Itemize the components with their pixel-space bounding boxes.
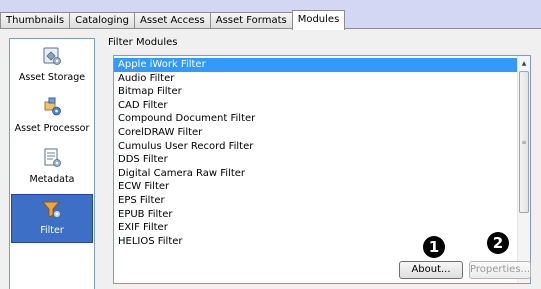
- filter-list-item[interactable]: HELIOS Filter: [114, 235, 518, 249]
- modules-panel: Asset Storage Asset Processor Metadata F…: [0, 28, 541, 289]
- asset-storage-icon: [41, 45, 63, 70]
- filter-list-item[interactable]: Bitmap Filter: [114, 85, 518, 99]
- module-item-filter[interactable]: Filter: [11, 194, 93, 243]
- module-category-list: Asset Storage Asset Processor Metadata F…: [9, 38, 95, 289]
- filter-list-item[interactable]: ECW Filter: [114, 180, 518, 194]
- module-label: Asset Storage: [18, 72, 86, 83]
- filter-rows: Apple iWork Filter Audio Filter Bitmap Fil…: [114, 58, 518, 248]
- filter-list-item[interactable]: Digital Camera Raw Filter: [114, 167, 518, 181]
- module-label: Filter: [40, 225, 64, 236]
- filter-list-item[interactable]: Cumulus User Record Filter: [114, 140, 518, 154]
- tab-thumbnails[interactable]: Thumbnails: [0, 12, 71, 29]
- callout-badge-2: 2: [487, 232, 509, 254]
- tab-asset-access[interactable]: Asset Access: [133, 12, 211, 29]
- vertical-scrollbar[interactable]: ▲ ≡ ▼: [517, 56, 530, 283]
- scroll-up-arrow-icon[interactable]: ▲: [518, 56, 530, 70]
- filter-list-item[interactable]: EXIF Filter: [114, 221, 518, 235]
- filter-icon: [41, 198, 63, 223]
- filter-list-item[interactable]: Audio Filter: [114, 72, 518, 86]
- filter-modules-title: Filter Modules: [108, 37, 178, 48]
- tab-modules[interactable]: Modules: [291, 10, 346, 30]
- properties-button[interactable]: Properties...: [469, 261, 531, 279]
- module-item-metadata[interactable]: Metadata: [11, 144, 93, 192]
- tab-asset-formats[interactable]: Asset Formats: [209, 12, 293, 29]
- scroll-thumb[interactable]: ≡: [519, 71, 529, 213]
- metadata-icon: [41, 147, 63, 172]
- tab-cataloging[interactable]: Cataloging: [69, 12, 135, 29]
- module-item-asset-storage[interactable]: Asset Storage: [11, 42, 93, 90]
- filter-list-item[interactable]: Apple iWork Filter: [114, 58, 518, 72]
- filter-list-item[interactable]: EPS Filter: [114, 194, 518, 208]
- module-item-asset-processor[interactable]: Asset Processor: [11, 93, 93, 141]
- filter-list-item[interactable]: EPUB Filter: [114, 208, 518, 222]
- about-button[interactable]: About...: [399, 261, 463, 279]
- filter-list-item[interactable]: CorelDRAW Filter: [114, 126, 518, 140]
- module-label: Metadata: [29, 174, 75, 185]
- filter-modules-list[interactable]: Apple iWork Filter Audio Filter Bitmap Fil…: [113, 55, 531, 284]
- asset-processor-icon: [41, 96, 63, 121]
- filter-list-item[interactable]: Compound Document Filter: [114, 112, 518, 126]
- filter-list-item[interactable]: CAD Filter: [114, 99, 518, 113]
- filter-list-item[interactable]: DDS Filter: [114, 153, 518, 167]
- module-label: Asset Processor: [14, 123, 90, 134]
- callout-badge-1: 1: [423, 236, 445, 258]
- tab-strip: Thumbnails Cataloging Asset Access Asset…: [0, 10, 346, 30]
